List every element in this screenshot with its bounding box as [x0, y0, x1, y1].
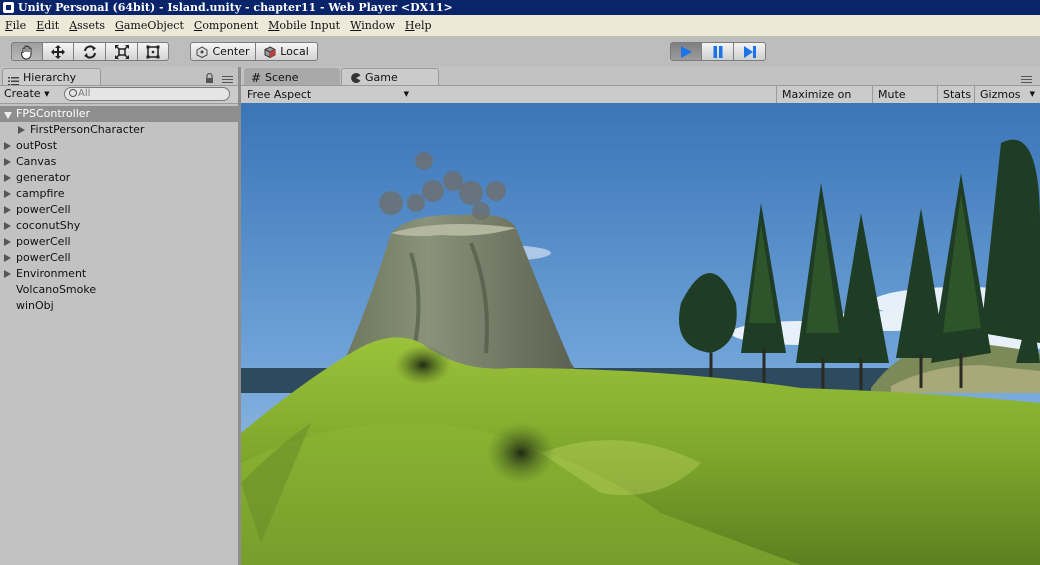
game-panel-menu-icon[interactable]: [1021, 76, 1032, 84]
hierarchy-item-label: Environment: [16, 267, 87, 280]
hierarchy-item-label: FirstPersonCharacter: [30, 123, 145, 136]
pivot-mode-label: Center: [212, 45, 250, 58]
hierarchy-item[interactable]: generator: [0, 170, 238, 186]
hierarchy-item-label: generator: [16, 171, 71, 184]
window-title: Unity Personal (64bit) - Island.unity - …: [18, 1, 453, 14]
stats-toggle[interactable]: Stats: [937, 86, 974, 103]
unity-app-icon: [3, 2, 14, 13]
expand-arrow-right-icon[interactable]: [4, 142, 11, 150]
hierarchy-item[interactable]: outPost: [0, 138, 238, 154]
hierarchy-item[interactable]: Environment: [0, 266, 238, 282]
scale-tool-button[interactable]: [105, 42, 138, 61]
hierarchy-toolbar: Create ▼ All: [0, 85, 238, 104]
hierarchy-item-label: powerCell: [16, 203, 71, 216]
hierarchy-item-label: coconutShy: [16, 219, 81, 232]
rotate-tool-button[interactable]: [73, 42, 106, 61]
island-scene-render: [241, 103, 1040, 565]
game-view-toolbar: Free Aspect ▼ Maximize on Play Mute audi…: [241, 85, 1040, 118]
aspect-label: Free Aspect: [247, 88, 312, 101]
pivot-rotation-label: Local: [280, 45, 309, 58]
hierarchy-item-label: powerCell: [16, 235, 71, 248]
hierarchy-item[interactable]: powerCell: [0, 234, 238, 250]
hierarchy-item[interactable]: FPSController: [0, 106, 238, 122]
move-arrows-icon: [51, 44, 65, 59]
rotate-icon: [83, 44, 96, 59]
expand-arrow-right-icon[interactable]: [4, 254, 11, 262]
hierarchy-item-label: VolcanoSmoke: [16, 283, 97, 296]
rect-transform-icon: [146, 45, 160, 58]
hand-icon: [21, 45, 32, 59]
gizmos-dropdown[interactable]: Gizmos ▼: [974, 86, 1040, 103]
create-dropdown[interactable]: Create ▼: [4, 87, 51, 101]
lock-icon[interactable]: [205, 73, 214, 83]
pause-icon: [713, 45, 722, 58]
expand-arrow-right-icon[interactable]: [4, 206, 11, 214]
play-icon: [681, 45, 692, 58]
hierarchy-item-label: FPSController: [16, 107, 91, 120]
hierarchy-item[interactable]: Canvas: [0, 154, 238, 170]
rect-tool-button[interactable]: [137, 42, 169, 61]
pivot-rotation-toggle[interactable]: Local: [255, 42, 318, 61]
tab-hierarchy[interactable]: Hierarchy: [2, 68, 101, 86]
hierarchy-item-label: outPost: [16, 139, 58, 152]
play-button[interactable]: [670, 42, 702, 61]
create-label: Create: [4, 87, 41, 100]
aspect-dropdown[interactable]: Free Aspect ▼: [247, 86, 409, 103]
menu-help[interactable]: Help: [400, 15, 437, 36]
window-title-bar: Unity Personal (64bit) - Island.unity - …: [0, 0, 1040, 15]
expand-arrow-right-icon[interactable]: [18, 126, 25, 134]
hand-tool-button[interactable]: [11, 42, 43, 61]
local-cube-icon: [264, 45, 276, 58]
maximize-on-play-toggle[interactable]: Maximize on Play: [776, 86, 873, 118]
search-placeholder: All: [78, 88, 91, 99]
scale-icon: [114, 44, 129, 59]
step-button[interactable]: [733, 42, 766, 61]
expand-arrow-right-icon[interactable]: [4, 174, 11, 182]
hierarchy-item-label: campfire: [16, 187, 65, 200]
hierarchy-item-label: winObj: [16, 299, 54, 312]
menu-gameobject[interactable]: GameObject: [110, 15, 189, 36]
hierarchy-search-input[interactable]: All: [64, 87, 230, 101]
menu-bar: File Edit Assets GameObject Component Mobile …: [0, 15, 1040, 37]
expand-arrow-down-icon[interactable]: [4, 112, 12, 119]
menu-file[interactable]: File: [0, 15, 31, 36]
expand-arrow-right-icon[interactable]: [4, 270, 11, 278]
expand-arrow-right-icon[interactable]: [4, 238, 11, 246]
move-tool-button[interactable]: [42, 42, 74, 61]
tab-game[interactable]: Game: [341, 68, 439, 86]
gizmos-caret-icon: ▼: [1029, 90, 1035, 98]
menu-component[interactable]: Component: [189, 15, 263, 36]
dropdown-caret-icon: ▼: [44, 90, 50, 98]
aspect-caret-icon: ▼: [403, 90, 409, 98]
game-pacman-icon: [351, 73, 361, 83]
expand-arrow-right-icon[interactable]: [4, 190, 11, 198]
main-toolbar: Center Local: [0, 37, 1040, 67]
expand-arrow-right-icon[interactable]: [4, 158, 11, 166]
hierarchy-item[interactable]: winObj: [0, 298, 238, 314]
hierarchy-item[interactable]: campfire: [0, 186, 238, 202]
hierarchy-item[interactable]: powerCell: [0, 202, 238, 218]
game-viewport[interactable]: [241, 103, 1040, 565]
hierarchy-panel-menu-icon[interactable]: [222, 76, 233, 84]
step-icon: [743, 45, 756, 58]
expand-arrow-right-icon[interactable]: [4, 222, 11, 230]
menu-edit[interactable]: Edit: [31, 15, 64, 36]
menu-mobile-input[interactable]: Mobile Input: [263, 15, 345, 36]
hierarchy-item-label: Canvas: [16, 155, 57, 168]
menu-assets[interactable]: Assets: [64, 15, 110, 36]
hierarchy-item[interactable]: FirstPersonCharacter: [0, 122, 238, 138]
hierarchy-item[interactable]: coconutShy: [0, 218, 238, 234]
hierarchy-item-label: powerCell: [16, 251, 71, 264]
gizmos-label: Gizmos: [980, 88, 1021, 101]
hierarchy-tree: FPSController FirstPersonCharacter outPost…: [0, 106, 238, 314]
hierarchy-item[interactable]: powerCell: [0, 250, 238, 266]
pivot-mode-toggle[interactable]: Center: [190, 42, 256, 61]
menu-window[interactable]: Window: [345, 15, 400, 36]
mute-audio-toggle[interactable]: Mute audio: [872, 86, 938, 118]
pause-button[interactable]: [701, 42, 734, 61]
hierarchy-item[interactable]: VolcanoSmoke: [0, 282, 238, 298]
tab-scene[interactable]: # Scene: [244, 68, 340, 86]
pivot-center-icon: [196, 45, 208, 58]
search-icon: [69, 89, 77, 97]
